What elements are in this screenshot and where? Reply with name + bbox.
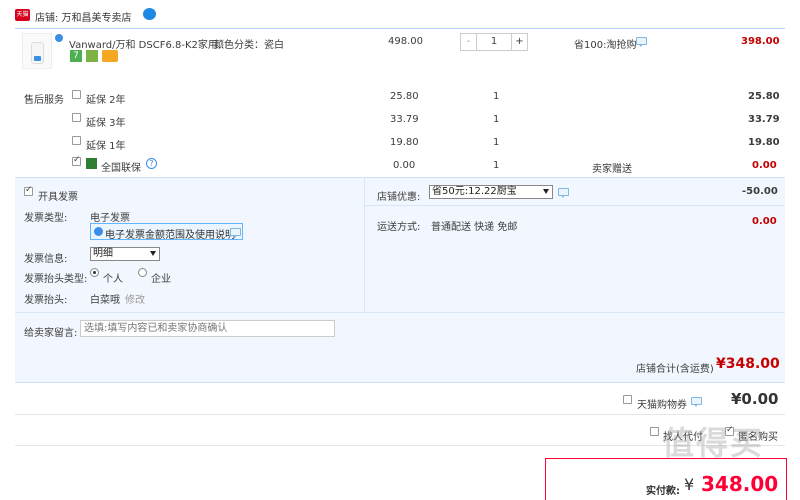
- proxy-pay-checkbox[interactable]: [650, 427, 659, 436]
- panel-row-divider: [364, 205, 785, 206]
- header-divider: [15, 28, 785, 29]
- actual-pay-value: 348.00: [701, 472, 779, 496]
- qty-minus-button[interactable]: -: [461, 34, 477, 50]
- product-attr: 颜色分类：瓷白: [214, 40, 284, 51]
- info-icon: [94, 227, 103, 236]
- service-price: 19.80: [390, 137, 419, 148]
- shop-total-value: ¥348.00: [716, 356, 780, 372]
- tmall-coupon-label: 天猫购物券: [637, 400, 687, 411]
- chat-icon[interactable]: [143, 8, 156, 20]
- invoice-title-label: 发票抬头:: [24, 295, 68, 306]
- invoice-edit-link[interactable]: 修改: [125, 291, 145, 306]
- service-total: 25.80: [748, 91, 780, 102]
- shop-discount-select[interactable]: 省50元:12.22厨宝: [429, 185, 553, 199]
- product-thumbnail[interactable]: [22, 33, 52, 69]
- tmall-coupon-checkbox[interactable]: [623, 395, 632, 404]
- service-qty: 1: [493, 137, 500, 148]
- service-total: 0.00: [752, 160, 777, 171]
- discount-select-comment-icon[interactable]: [558, 188, 569, 198]
- service-checkbox[interactable]: [72, 113, 81, 122]
- open-invoice-checkbox[interactable]: [24, 185, 33, 196]
- actual-pay-label: 实付款:: [646, 486, 680, 497]
- tmall-badge: 天猫: [15, 9, 30, 21]
- service-badge-icon: [86, 50, 98, 62]
- service-qty: 1: [493, 160, 500, 171]
- invoice-title-value: 白菜哦: [90, 295, 120, 306]
- product-subtotal: 398.00: [741, 36, 780, 47]
- message-input[interactable]: [80, 320, 335, 337]
- actual-pay-currency: ¥: [684, 475, 695, 494]
- service-checkbox[interactable]: [72, 155, 81, 166]
- qty-plus-button[interactable]: +: [511, 34, 527, 50]
- card-badge-icon: [102, 50, 118, 62]
- quantity-stepper: - 1 +: [460, 33, 528, 51]
- personal-radio-label: 个人: [103, 274, 123, 285]
- product-badge-7: 7: [70, 50, 82, 62]
- message-divider: [15, 312, 785, 313]
- shop-discount-amount: -50.00: [742, 186, 778, 197]
- service-note: 卖家赠送: [592, 164, 632, 175]
- service-checkbox[interactable]: [72, 90, 81, 99]
- personal-radio[interactable]: [90, 268, 99, 277]
- verified-icon: [55, 34, 63, 42]
- tmall-coupon-value: ¥0.00: [731, 390, 779, 408]
- invoice-info-link[interactable]: 电子发票金额范围及使用说明: [105, 226, 235, 241]
- service-name: 延保 1年: [86, 141, 126, 152]
- invoice-type-value: 电子发票: [90, 213, 130, 224]
- invoice-title-type-label: 发票抬头类型:: [24, 274, 88, 285]
- service-price: 33.79: [390, 114, 419, 125]
- invoice-info-comment-icon: [230, 228, 241, 238]
- shipping-amount: 0.00: [752, 216, 777, 227]
- company-radio[interactable]: [138, 268, 147, 277]
- product-name-link[interactable]: Vanward/万和 DSCF6.8-K2家用...: [69, 36, 227, 51]
- service-total: 19.80: [748, 137, 780, 148]
- service-name: 延保 2年: [86, 95, 126, 106]
- service-name: 延保 3年: [86, 118, 126, 129]
- invoice-detail-select[interactable]: 明细: [90, 247, 160, 261]
- service-total: 33.79: [748, 114, 780, 125]
- shipping-value: 普通配送 快递 免邮: [431, 222, 518, 233]
- invoice-detail-label: 发票信息:: [24, 254, 68, 265]
- discount-comment-icon[interactable]: [636, 37, 647, 47]
- service-name: 全国联保: [101, 163, 141, 174]
- service-price: 25.80: [390, 91, 419, 102]
- shop-name-link[interactable]: 店铺: 万和昌美专卖店: [35, 9, 132, 24]
- shipping-label: 运送方式:: [377, 222, 421, 233]
- product-discount: 省100:淘抢购: [574, 40, 637, 51]
- qty-input[interactable]: 1: [477, 34, 511, 50]
- coupon-divider: [15, 414, 785, 415]
- company-radio-label: 企业: [151, 274, 171, 285]
- open-invoice-label: 开具发票: [38, 192, 78, 203]
- warranty-icon: [86, 158, 97, 169]
- shop-discount-label: 店铺优惠:: [377, 192, 421, 203]
- service-label: 售后服务: [24, 95, 64, 106]
- unit-price: 498.00: [388, 36, 423, 47]
- message-label: 给卖家留言:: [24, 328, 78, 339]
- invoice-info-box[interactable]: 电子发票金额范围及使用说明: [90, 223, 243, 241]
- shop-total-label: 店铺合计(含运费): [636, 364, 714, 375]
- service-price: 0.00: [393, 160, 416, 171]
- panel-column-divider: [364, 177, 365, 312]
- order-options-panel: [15, 177, 785, 383]
- watermark: 值得买: [662, 424, 765, 462]
- service-checkbox[interactable]: [72, 136, 81, 145]
- help-icon[interactable]: ?: [146, 158, 157, 169]
- invoice-type-label: 发票类型:: [24, 213, 68, 224]
- service-qty: 1: [493, 91, 500, 102]
- service-qty: 1: [493, 114, 500, 125]
- coupon-comment-icon[interactable]: [691, 397, 702, 407]
